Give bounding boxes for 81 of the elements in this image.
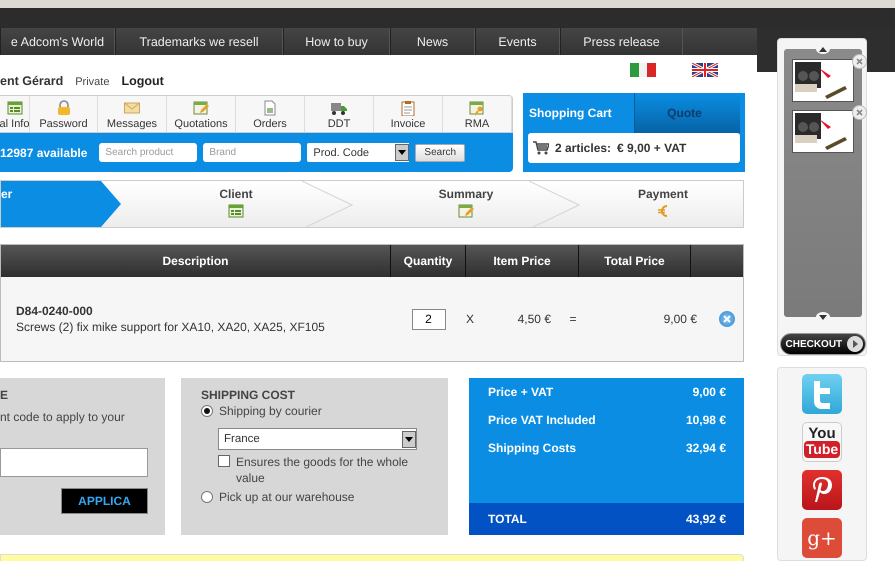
times-sign: X xyxy=(466,312,476,326)
logout-link[interactable]: Logout xyxy=(121,74,164,88)
item-price: 4,50 € xyxy=(516,312,551,326)
brand-field[interactable]: Brand xyxy=(203,143,302,162)
form-icon xyxy=(228,203,244,219)
toolbar-button[interactable]: Messages xyxy=(98,96,167,132)
caret-icon xyxy=(398,150,406,155)
toolbar-button[interactable]: Quotations xyxy=(167,96,236,132)
search-button[interactable]: Search xyxy=(415,144,466,162)
nav-link[interactable]: News xyxy=(390,28,475,55)
toolbar-button[interactable]: Password xyxy=(30,96,98,132)
cart-icon xyxy=(533,141,549,155)
key-icon xyxy=(469,100,485,116)
clipboard-icon xyxy=(400,100,416,116)
coupon-text: nt code to apply to your xyxy=(0,410,126,424)
close-icon xyxy=(723,315,731,323)
total-label: Price + VAT xyxy=(488,385,554,399)
edit-icon xyxy=(458,203,474,219)
account-type: Private xyxy=(75,76,110,88)
form-icon xyxy=(6,100,22,116)
grand-total-value: 43,92 € xyxy=(686,512,726,526)
product-code: D84-0240-000 xyxy=(16,304,94,318)
total-label: Price VAT Included xyxy=(488,413,596,427)
total-label: Shipping Costs xyxy=(488,441,576,455)
total-value: 32,94 € xyxy=(686,441,726,455)
total-price: 9,00 € xyxy=(662,312,697,326)
total-value: 10,98 € xyxy=(686,413,726,427)
country-select[interactable]: France xyxy=(218,428,417,450)
nav-link[interactable]: How to buy xyxy=(283,28,390,55)
toolbar-button[interactable]: al Info xyxy=(0,96,30,132)
toolbar-button[interactable]: Orders xyxy=(236,96,305,132)
insurance-option[interactable]: Ensures the goods for the whole value xyxy=(218,454,428,486)
total-value: 9,00 € xyxy=(692,385,726,399)
checkout-step[interactable]: er xyxy=(1,181,121,227)
youtube-icon[interactable]: You Tube xyxy=(802,422,842,462)
edit-icon xyxy=(193,100,209,116)
checkout-step[interactable]: Summary xyxy=(351,181,581,227)
cart-summary: 2 articles: xyxy=(555,141,612,155)
nav-link[interactable]: Trademarks we resell xyxy=(115,28,283,55)
user-name: ent Gérard xyxy=(0,74,64,88)
checkout-step[interactable]: Client xyxy=(121,181,351,227)
close-icon xyxy=(856,58,862,65)
checkout-step[interactable]: Payment xyxy=(581,181,743,227)
search-product-field[interactable]: Search product xyxy=(99,143,198,162)
twitter-icon[interactable] xyxy=(802,374,842,414)
down-arrow-icon xyxy=(818,314,826,320)
coupon-title: E xyxy=(0,388,10,402)
apply-button[interactable]: APPLICA xyxy=(61,488,148,514)
italian-flag-icon[interactable] xyxy=(630,63,656,77)
shipping-title: SHIPPING COST xyxy=(201,388,296,402)
cart-amount: € 9,00 + VAT xyxy=(617,141,686,155)
toolbar-button[interactable]: Invoice xyxy=(374,96,443,132)
lock-icon xyxy=(56,100,72,116)
document-icon xyxy=(262,100,278,116)
checkout-button[interactable]: CHECKOUT xyxy=(780,333,866,355)
envelope-icon xyxy=(124,100,140,116)
close-button[interactable] xyxy=(852,54,866,69)
pinterest-icon[interactable] xyxy=(802,470,842,510)
play-icon xyxy=(846,336,862,352)
grand-total-label: TOTAL xyxy=(488,512,527,526)
toolbar-button[interactable]: DDT xyxy=(305,96,374,132)
remove-button[interactable] xyxy=(719,311,735,327)
quantity-field[interactable]: 2 xyxy=(412,308,446,330)
coupon-field[interactable] xyxy=(0,448,148,477)
truck-icon xyxy=(331,100,347,116)
british-flag-icon[interactable] xyxy=(692,63,718,77)
toolbar-button[interactable]: RMA xyxy=(443,96,512,132)
search-type-select[interactable]: Prod. Code xyxy=(307,143,410,162)
nav-link[interactable]: Events xyxy=(475,28,560,55)
google-plus-icon[interactable]: g+ xyxy=(802,518,842,558)
shipping-option[interactable]: Shipping by courier xyxy=(201,404,428,418)
equals-sign: = xyxy=(568,312,578,326)
close-button[interactable] xyxy=(852,105,866,120)
product-description: Screws (2) fix mike support for XA10, XA20, XA25, XF105 xyxy=(16,320,326,334)
close-icon xyxy=(856,109,862,116)
shipping-option[interactable]: Pick up at our warehouse xyxy=(201,490,428,504)
nav-link[interactable]: e Adcom's World xyxy=(0,28,115,55)
available-count: 12987 available xyxy=(0,146,88,160)
nav-link[interactable]: Press release xyxy=(560,28,683,55)
up-arrow-icon xyxy=(818,46,826,52)
caret-icon xyxy=(405,436,413,442)
